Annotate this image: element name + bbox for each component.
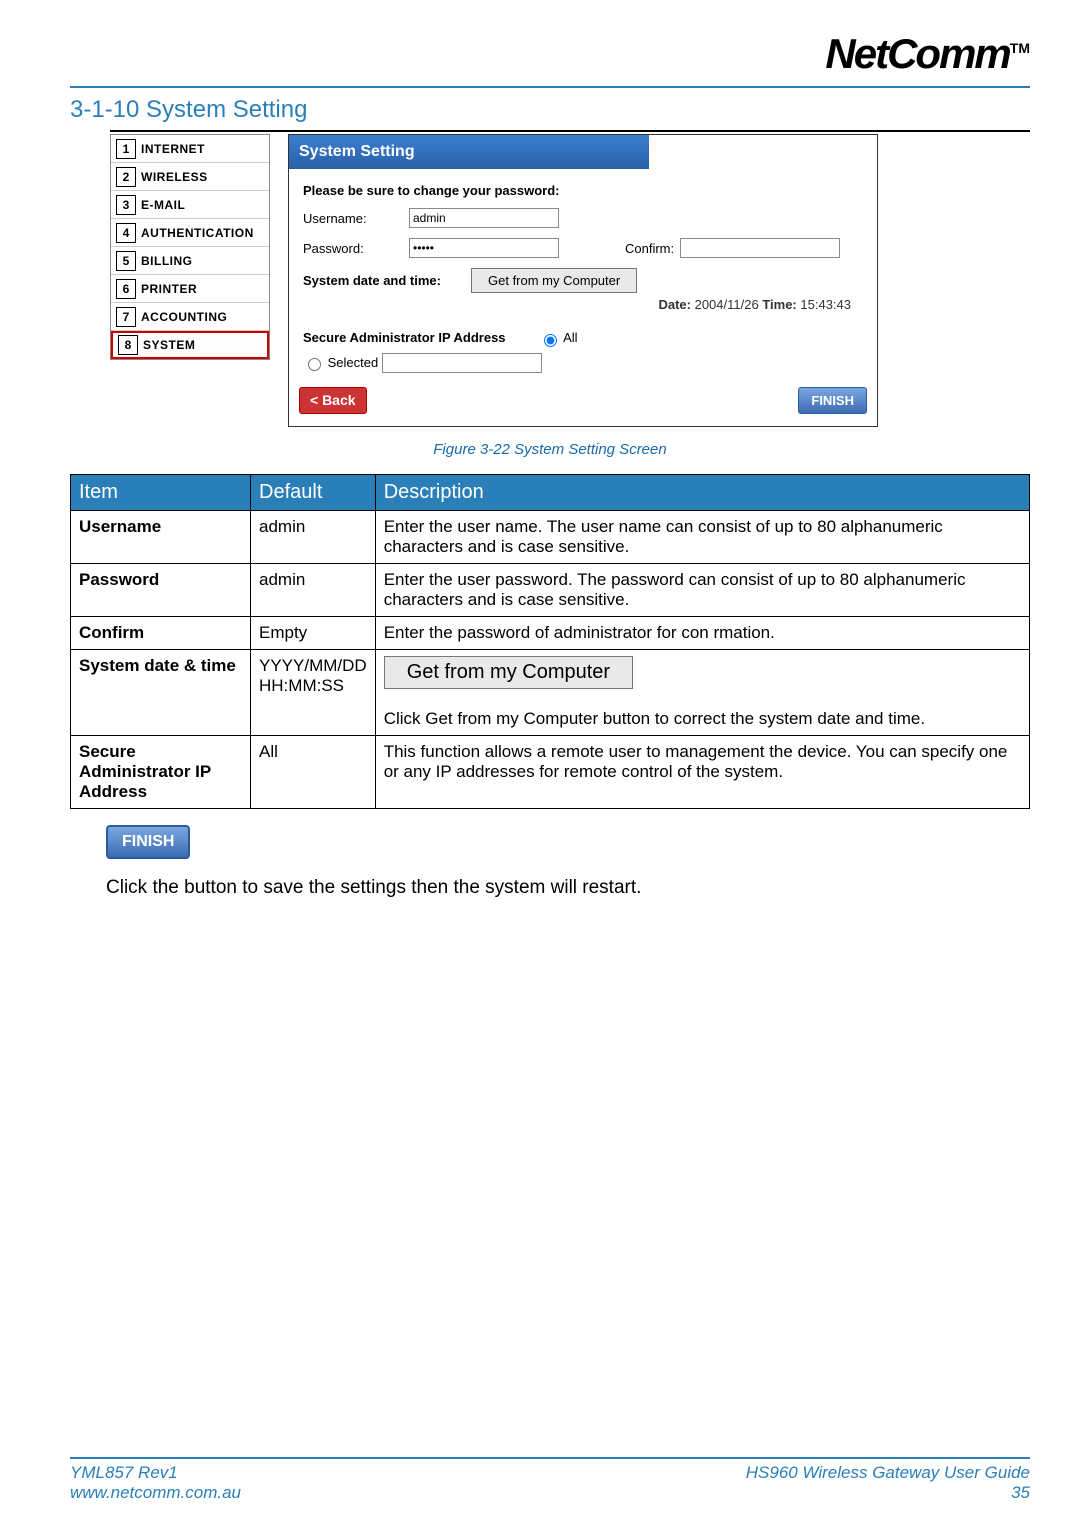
table-row: UsernameadminEnter the user name. The us… xyxy=(71,510,1030,563)
settings-panel: System Setting Please be sure to change … xyxy=(288,134,878,427)
cell-default: All xyxy=(251,735,376,808)
sidebar-num: 6 xyxy=(116,279,136,299)
table-row: ConfirmEmptyEnter the password of admini… xyxy=(71,616,1030,649)
back-button[interactable]: < Back xyxy=(299,387,367,414)
secure-ip-label: Secure Administrator IP Address xyxy=(303,330,506,345)
cell-default: YYYY/MM/DD HH:MM:SS xyxy=(251,649,376,735)
radio-all[interactable] xyxy=(544,334,557,347)
cell-description: Enter the user name. The user name can c… xyxy=(375,510,1029,563)
username-label: Username: xyxy=(303,211,403,226)
panel-prompt: Please be sure to change your password: xyxy=(303,183,863,198)
sidebar-item-label: AUTHENTICATION xyxy=(141,226,254,240)
finish-badge: FINISH xyxy=(106,825,190,859)
cell-item: Confirm xyxy=(71,616,251,649)
sidebar-item-label: E-MAIL xyxy=(141,198,185,212)
radio-selected-label: Selected xyxy=(328,355,379,370)
trademark: TM xyxy=(1010,40,1030,56)
sidebar-item-e-mail[interactable]: 3 E-MAIL xyxy=(111,191,269,219)
page-header: NetCommTM xyxy=(70,30,1030,88)
footer-url: www.netcomm.com.au xyxy=(70,1483,241,1503)
screenshot-container: 1 INTERNET 2 WIRELESS 3 E-MAIL 4 AUTHENTICATION… xyxy=(110,130,1030,427)
body-text: Click the button to save the settings th… xyxy=(106,877,1030,899)
datetime-label: System date and time: xyxy=(303,273,441,288)
sidebar-item-wireless[interactable]: 2 WIRELESS xyxy=(111,163,269,191)
sidebar-item-internet[interactable]: 1 INTERNET xyxy=(111,135,269,163)
footer-guide: HS960 Wireless Gateway User Guide xyxy=(746,1463,1030,1483)
sidebar-item-accounting[interactable]: 7 ACCOUNTING xyxy=(111,303,269,331)
confirm-label: Confirm: xyxy=(625,241,674,256)
radio-all-label: All xyxy=(563,330,577,345)
sidebar-item-label: SYSTEM xyxy=(143,338,195,352)
brand-logo: NetCommTM xyxy=(825,30,1030,78)
sidebar-item-system[interactable]: 8 SYSTEM xyxy=(111,331,269,359)
sidebar-num: 7 xyxy=(116,307,136,327)
cell-description: Enter the password of administrator for … xyxy=(375,616,1029,649)
th-default: Default xyxy=(251,474,376,510)
sidebar-num: 2 xyxy=(116,167,136,187)
sidebar-num: 5 xyxy=(116,251,136,271)
footer-rev: YML857 Rev1 xyxy=(70,1463,241,1483)
footer-page: 35 xyxy=(746,1483,1030,1503)
sidebar-item-label: BILLING xyxy=(141,254,193,268)
selected-ip-field[interactable] xyxy=(382,353,542,373)
description-table: Item Default Description UsernameadminEn… xyxy=(70,474,1030,809)
sidebar-item-printer[interactable]: 6 PRINTER xyxy=(111,275,269,303)
sidebar-item-label: PRINTER xyxy=(141,282,197,296)
cell-description: This function allows a remote user to ma… xyxy=(375,735,1029,808)
datetime-display: Date: 2004/11/26 Time: 15:43:43 xyxy=(303,297,863,312)
password-field[interactable] xyxy=(409,238,559,258)
sidebar-item-billing[interactable]: 5 BILLING xyxy=(111,247,269,275)
sidebar-item-label: WIRELESS xyxy=(141,170,208,184)
page-footer: YML857 Rev1 www.netcomm.com.au HS960 Wir… xyxy=(70,1457,1030,1503)
sidebar-num: 1 xyxy=(116,139,136,159)
cell-item: System date & time xyxy=(71,649,251,735)
cell-default: admin xyxy=(251,510,376,563)
brand-text: NetComm xyxy=(825,30,1009,77)
cell-default: Empty xyxy=(251,616,376,649)
panel-title: System Setting xyxy=(289,135,649,169)
password-label: Password: xyxy=(303,241,403,256)
confirm-field[interactable] xyxy=(680,238,840,258)
get-from-computer-button-sample: Get from my Computer xyxy=(384,656,633,689)
th-description: Description xyxy=(375,474,1029,510)
username-field[interactable] xyxy=(409,208,559,228)
sidebar-num: 4 xyxy=(116,223,136,243)
figure-caption: Figure 3-22 System Setting Screen xyxy=(70,441,1030,458)
table-row: System date & timeYYYY/MM/DD HH:MM:SSGet… xyxy=(71,649,1030,735)
sidebar-num: 3 xyxy=(116,195,136,215)
th-item: Item xyxy=(71,474,251,510)
cell-default: admin xyxy=(251,563,376,616)
cell-description: Get from my ComputerClick Get from my Co… xyxy=(375,649,1029,735)
cell-item: Password xyxy=(71,563,251,616)
radio-selected[interactable] xyxy=(308,358,321,371)
cell-item: Secure Administrator IP Address xyxy=(71,735,251,808)
cell-description: Enter the user password. The password ca… xyxy=(375,563,1029,616)
app-screenshot: 1 INTERNET 2 WIRELESS 3 E-MAIL 4 AUTHENTICATION… xyxy=(110,134,1030,427)
section-title: 3-1-10 System Setting xyxy=(70,96,1030,124)
table-row: Secure Administrator IP AddressAllThis f… xyxy=(71,735,1030,808)
sidebar-item-label: INTERNET xyxy=(141,142,205,156)
sidebar-item-label: ACCOUNTING xyxy=(141,310,227,324)
get-from-computer-button[interactable]: Get from my Computer xyxy=(471,268,637,293)
sidebar-num: 8 xyxy=(118,335,138,355)
table-row: PasswordadminEnter the user password. Th… xyxy=(71,563,1030,616)
sidebar-item-authentication[interactable]: 4 AUTHENTICATION xyxy=(111,219,269,247)
sidebar: 1 INTERNET 2 WIRELESS 3 E-MAIL 4 AUTHENTICATION… xyxy=(110,134,270,360)
cell-item: Username xyxy=(71,510,251,563)
finish-button[interactable]: FINISH xyxy=(798,387,867,414)
